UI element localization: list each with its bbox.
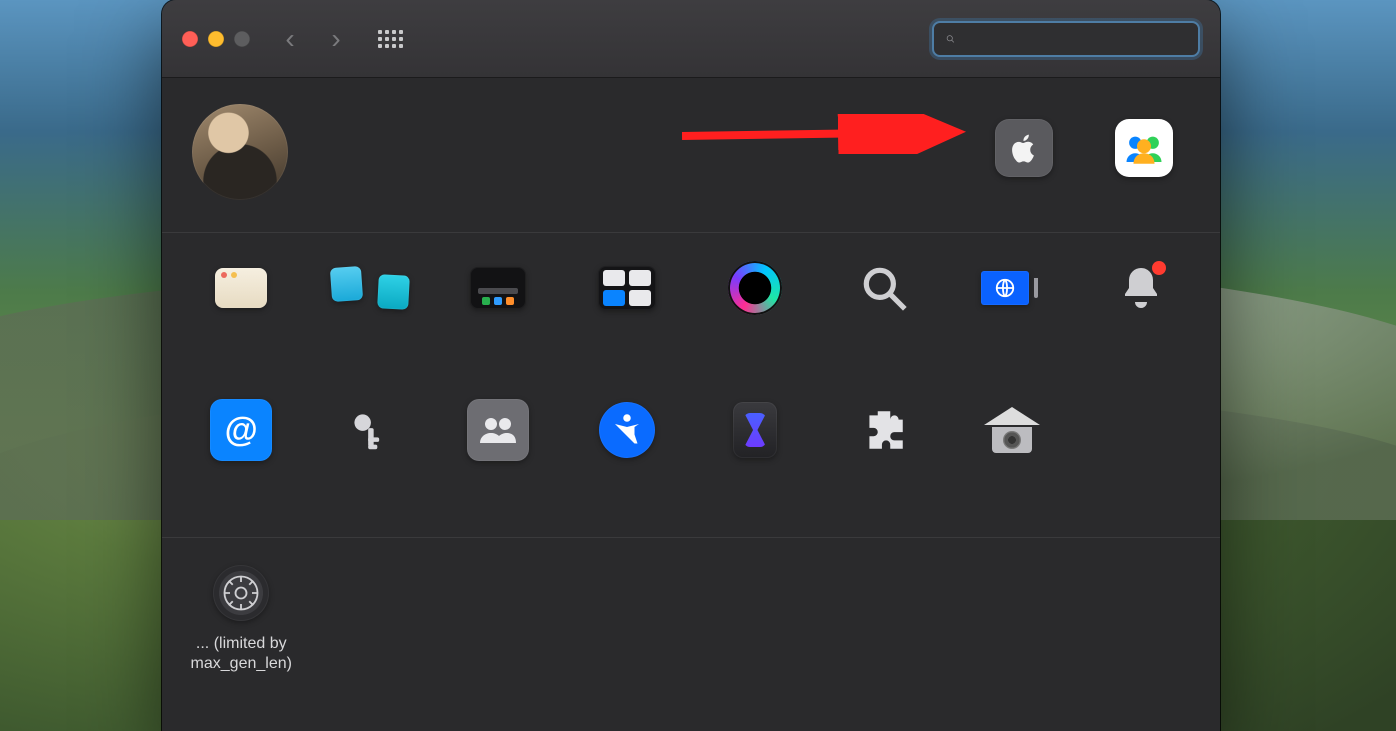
notification-badge bbox=[1152, 261, 1166, 275]
back-button[interactable]: ‹ bbox=[274, 25, 306, 53]
pref-internet-accounts[interactable]: @ bbox=[180, 393, 303, 529]
passwords-icon bbox=[339, 399, 401, 461]
pref-language-region[interactable] bbox=[951, 251, 1074, 387]
pref-mission-control[interactable] bbox=[566, 251, 689, 387]
pref-general[interactable] bbox=[180, 251, 303, 387]
window-controls bbox=[182, 31, 250, 47]
apple-id-pref[interactable] bbox=[988, 119, 1060, 185]
user-avatar[interactable] bbox=[192, 104, 288, 200]
accessibility-icon bbox=[596, 399, 658, 461]
pref-extensions[interactable] bbox=[823, 393, 946, 529]
pref-desktop-screensaver[interactable] bbox=[309, 251, 432, 387]
search-input[interactable] bbox=[965, 29, 1186, 49]
internet-accounts-icon: @ bbox=[210, 399, 272, 461]
pref-siri[interactable] bbox=[694, 251, 817, 387]
close-button[interactable] bbox=[182, 31, 198, 47]
software-update-icon bbox=[210, 562, 272, 624]
pref-accessibility[interactable] bbox=[566, 393, 689, 529]
users-groups-icon bbox=[467, 399, 529, 461]
general-icon bbox=[210, 257, 272, 319]
pref-security-privacy[interactable] bbox=[951, 393, 1074, 529]
mission-control-icon bbox=[596, 257, 658, 319]
pref-software-update[interactable]: ... (limited by max_gen_len) bbox=[180, 556, 303, 692]
zoom-button[interactable] bbox=[234, 31, 250, 47]
account-header bbox=[162, 78, 1220, 233]
titlebar: ‹ › bbox=[162, 0, 1220, 78]
pref-dock-menubar[interactable] bbox=[437, 251, 560, 387]
extensions-icon bbox=[853, 399, 915, 461]
forward-button[interactable]: › bbox=[320, 25, 352, 53]
minimize-button[interactable] bbox=[208, 31, 224, 47]
pref-notifications-focus[interactable] bbox=[1080, 251, 1203, 387]
security-privacy-icon bbox=[981, 399, 1043, 461]
dock-icon bbox=[467, 257, 529, 319]
family-icon bbox=[1115, 119, 1173, 177]
pref-section-2: ... (limited by max_gen_len) bbox=[162, 538, 1220, 700]
search-icon bbox=[946, 30, 955, 48]
notifications-icon bbox=[1110, 257, 1172, 319]
pref-section-1: @ bbox=[162, 233, 1220, 538]
pref-screen-time[interactable] bbox=[694, 393, 817, 529]
screen-time-icon bbox=[724, 399, 786, 461]
apple-logo-icon bbox=[995, 119, 1053, 177]
family-sharing-pref[interactable] bbox=[1108, 119, 1180, 185]
annotation-arrow bbox=[682, 114, 972, 154]
language-region-icon bbox=[981, 257, 1043, 319]
pref-users-groups[interactable] bbox=[437, 393, 560, 529]
show-all-button[interactable] bbox=[376, 25, 404, 53]
desktop-icon bbox=[339, 257, 401, 319]
pref-spotlight[interactable] bbox=[823, 251, 946, 387]
siri-icon bbox=[724, 257, 786, 319]
search-field[interactable] bbox=[932, 21, 1200, 57]
pref-passwords[interactable] bbox=[309, 393, 432, 529]
spotlight-icon bbox=[853, 257, 915, 319]
system-preferences-window: ‹ › bbox=[162, 0, 1220, 731]
